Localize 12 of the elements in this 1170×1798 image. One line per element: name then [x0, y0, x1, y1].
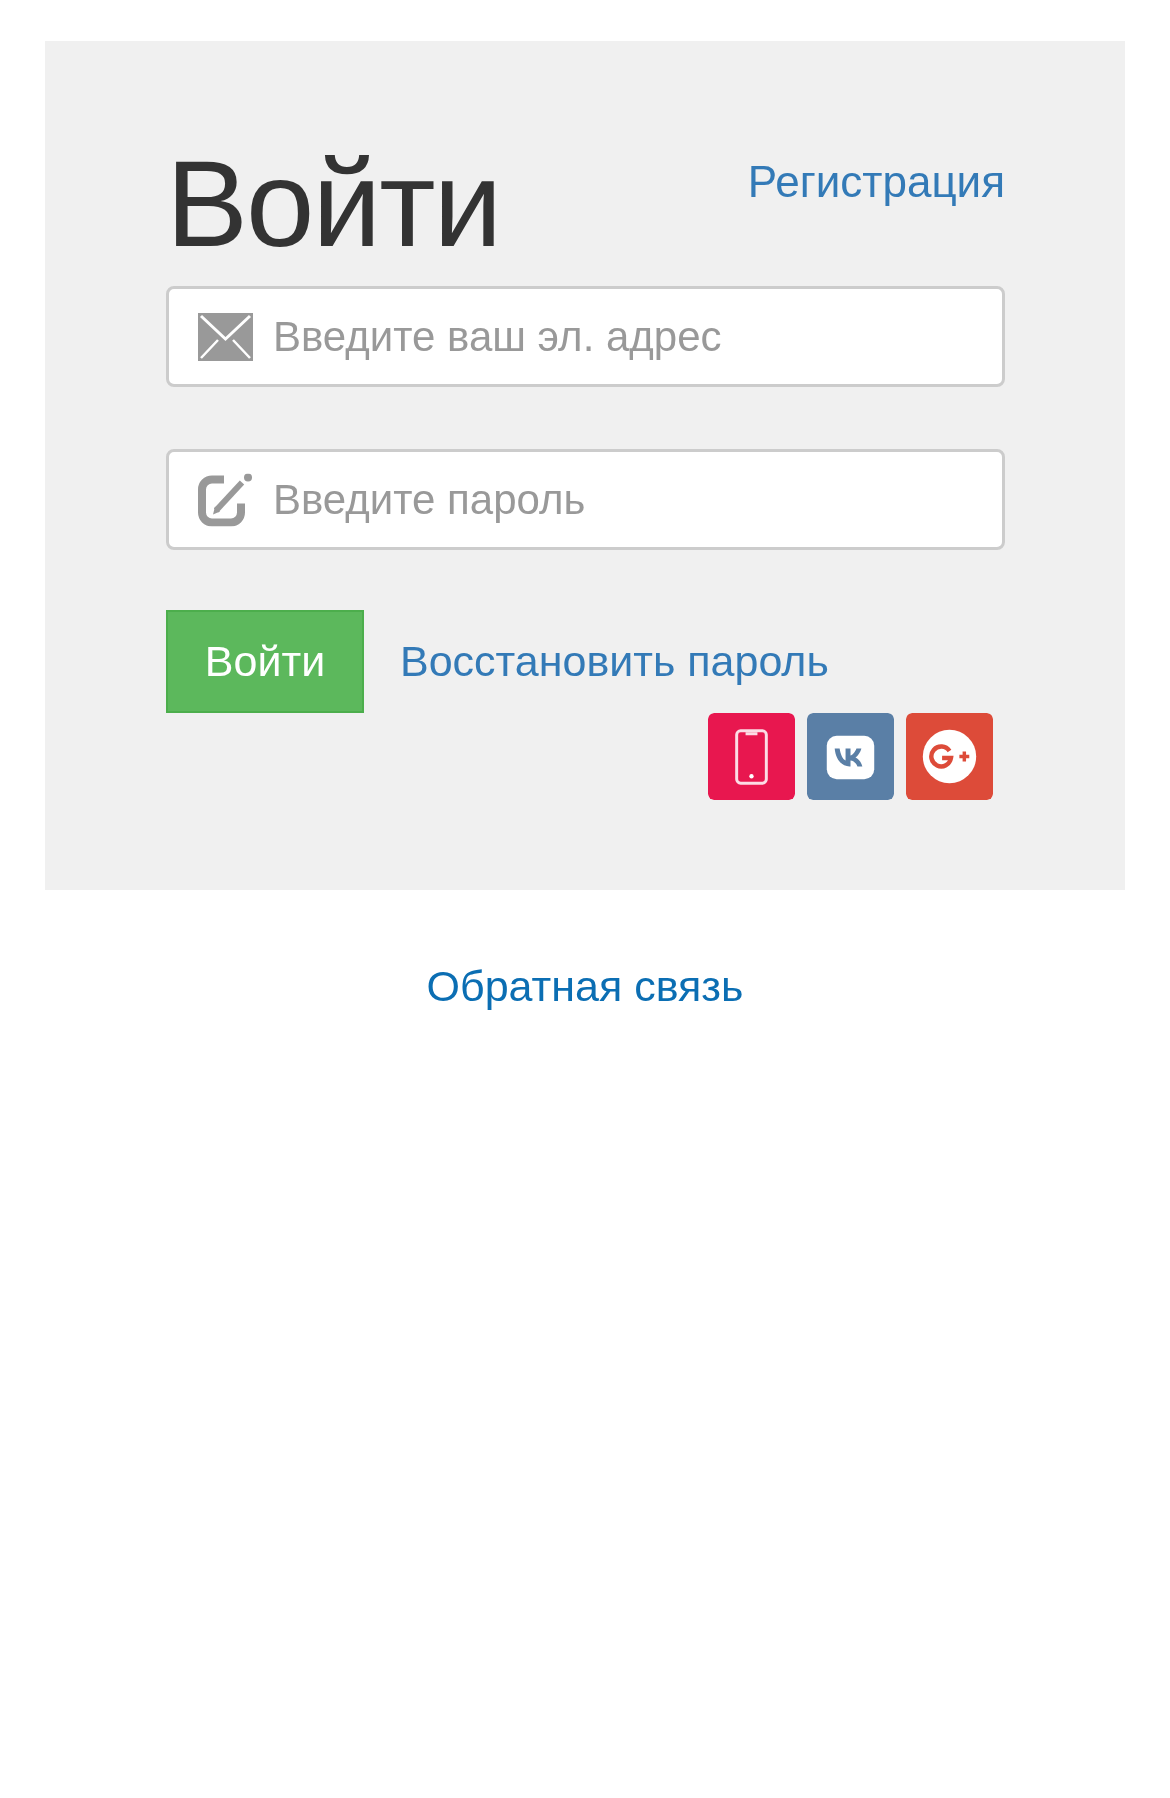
google-plus-icon[interactable] [906, 713, 993, 801]
register-link[interactable]: Регистрация [747, 157, 1005, 207]
login-button[interactable]: Войти [166, 610, 364, 714]
vk-logo-icon[interactable] [807, 713, 894, 801]
email-field[interactable]: Введите ваш эл. адрес [166, 286, 1005, 388]
login-title: Войти [166, 139, 501, 269]
password-field[interactable]: Введите пароль [166, 449, 1005, 551]
phone-icon[interactable] [708, 713, 795, 801]
edit-icon [198, 473, 253, 527]
feedback-link[interactable]: Обратная связь [426, 962, 744, 1012]
recover-password-link[interactable]: Восстановить пароль [400, 637, 829, 687]
envelope-icon [198, 312, 253, 361]
